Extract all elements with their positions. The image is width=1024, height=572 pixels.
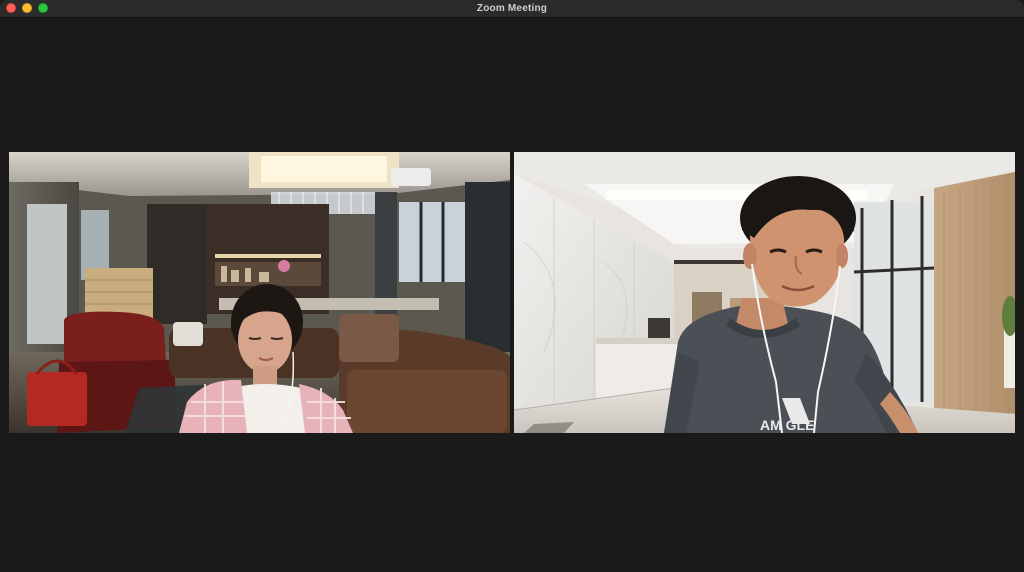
participant-video-tile-2[interactable]: AM GLE: [514, 152, 1015, 433]
maximize-window-button[interactable]: [38, 3, 48, 13]
participant-video-feed-2: AM GLE: [514, 152, 1015, 433]
participant-video-feed-1: [9, 152, 510, 433]
title-bar[interactable]: Zoom Meeting: [0, 0, 1024, 18]
participant-video-tile-1[interactable]: [9, 152, 510, 433]
window-title: Zoom Meeting: [476, 3, 548, 14]
window-controls: [6, 3, 48, 13]
gallery-view: AM GLE: [0, 18, 1024, 572]
close-window-button[interactable]: [6, 3, 16, 13]
zoom-window: Zoom Meeting AM GLE: [0, 0, 1024, 572]
minimize-window-button[interactable]: [22, 3, 32, 13]
